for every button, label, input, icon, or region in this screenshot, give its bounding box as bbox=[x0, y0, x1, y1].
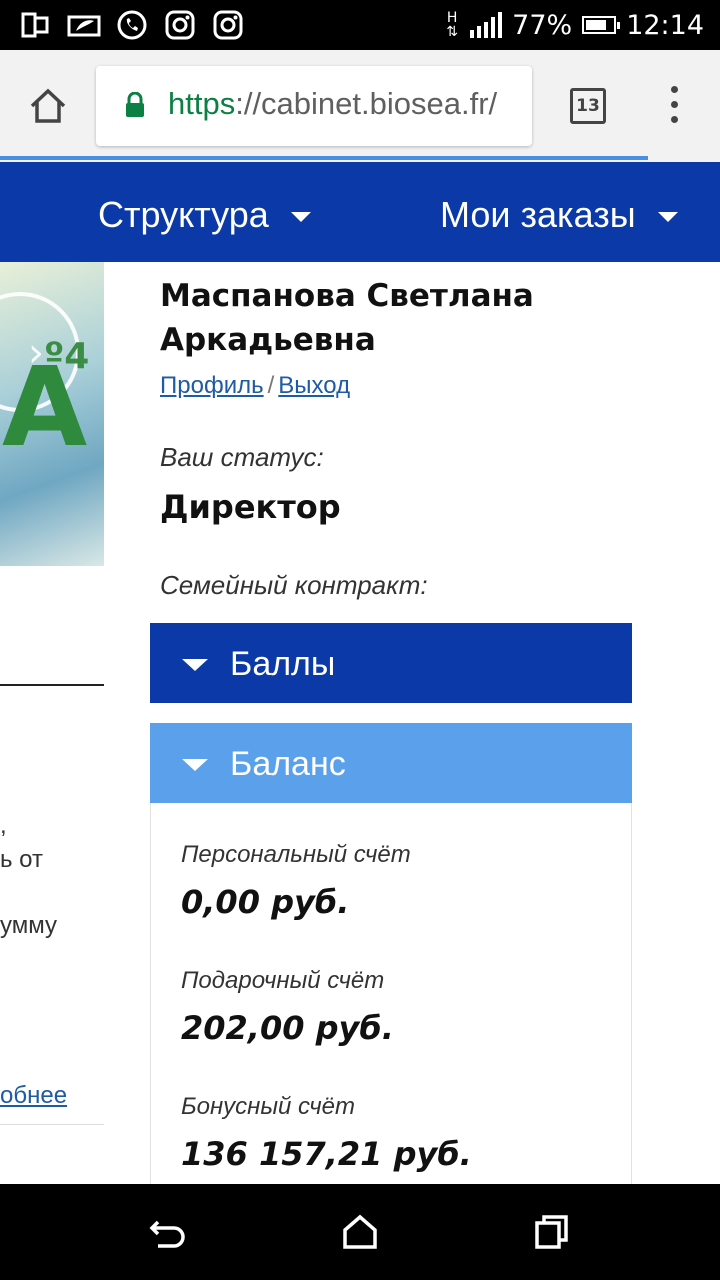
divider bbox=[0, 684, 104, 686]
personal-account-label: Персональный счёт bbox=[181, 841, 411, 868]
chevron-down-icon bbox=[290, 212, 311, 223]
overflow-menu-icon[interactable] bbox=[668, 86, 680, 126]
clock: 12:14 bbox=[626, 9, 704, 41]
browser-toolbar: https://cabinet.biosea.fr/ 13 bbox=[0, 50, 720, 162]
url-text: https://cabinet.biosea.fr/ bbox=[168, 86, 498, 121]
back-icon[interactable] bbox=[148, 1212, 188, 1252]
profile-links: Профиль / Выход bbox=[160, 372, 350, 400]
left-text-line: , bbox=[0, 812, 7, 839]
nav-my-orders[interactable]: Мои заказы bbox=[440, 194, 678, 236]
bonus-account-value: 136 157,21 руб. bbox=[181, 1135, 472, 1173]
left-text-line: умму bbox=[0, 912, 57, 939]
balance-accordion[interactable]: Баланс bbox=[150, 723, 632, 803]
promo-banner[interactable]: › º4 A bbox=[0, 262, 104, 566]
left-text-line: ь от bbox=[0, 846, 43, 873]
more-link[interactable]: обнее bbox=[0, 1082, 67, 1110]
battery-icon bbox=[582, 16, 621, 34]
signal-icon bbox=[470, 12, 503, 38]
chevron-down-icon bbox=[657, 212, 678, 223]
page-load-progress bbox=[0, 156, 648, 160]
user-name: Маспанова Светлана Аркадьевна bbox=[160, 278, 534, 358]
profile-link[interactable]: Профиль bbox=[160, 372, 264, 399]
dual-window-icon bbox=[21, 12, 49, 38]
contract-label: Семейный контракт: bbox=[160, 570, 428, 600]
status-value: Директор bbox=[160, 488, 341, 526]
tab-switcher-button[interactable]: 13 bbox=[570, 88, 606, 124]
battery-percent: 77% bbox=[512, 9, 573, 41]
balance-accordion-label: Баланс bbox=[230, 745, 346, 783]
balance-panel: Персональный счёт 0,00 руб. Подарочный с… bbox=[150, 803, 632, 1193]
site-nav: Структура Мои заказы bbox=[0, 162, 720, 262]
home-icon[interactable] bbox=[26, 84, 70, 128]
system-nav-bar bbox=[0, 1184, 720, 1280]
gift-account-label: Подарочный счёт bbox=[181, 967, 385, 994]
home-icon[interactable] bbox=[340, 1212, 380, 1252]
link-separator: / bbox=[267, 372, 275, 399]
bonus-account-label: Бонусный счёт bbox=[181, 1093, 356, 1120]
whatsapp-icon bbox=[117, 10, 147, 40]
status-label: Ваш статус: bbox=[160, 442, 324, 472]
personal-account-value: 0,00 руб. bbox=[181, 883, 350, 921]
points-accordion-label: Баллы bbox=[230, 645, 336, 683]
address-bar[interactable]: https://cabinet.biosea.fr/ bbox=[96, 66, 532, 146]
nav-structure[interactable]: Структура bbox=[98, 194, 311, 236]
gift-account-value: 202,00 руб. bbox=[181, 1009, 394, 1047]
recents-icon[interactable] bbox=[532, 1212, 572, 1252]
banner-art: A bbox=[2, 343, 88, 471]
divider bbox=[0, 1124, 104, 1125]
network-type-icon: H ⇅ bbox=[446, 10, 459, 40]
points-accordion[interactable]: Баллы bbox=[150, 623, 632, 703]
logout-link[interactable]: Выход bbox=[278, 372, 350, 399]
lock-icon bbox=[126, 92, 144, 117]
caret-down-icon bbox=[182, 659, 208, 671]
instagram-icon bbox=[213, 10, 243, 40]
caret-down-icon bbox=[182, 759, 208, 771]
message-icon bbox=[67, 15, 101, 37]
nav-my-orders-label: Мои заказы bbox=[440, 194, 636, 235]
nav-structure-label: Структура bbox=[98, 194, 269, 235]
instagram-icon bbox=[165, 10, 195, 40]
status-bar: H ⇅ 77% 12:14 bbox=[0, 0, 720, 50]
